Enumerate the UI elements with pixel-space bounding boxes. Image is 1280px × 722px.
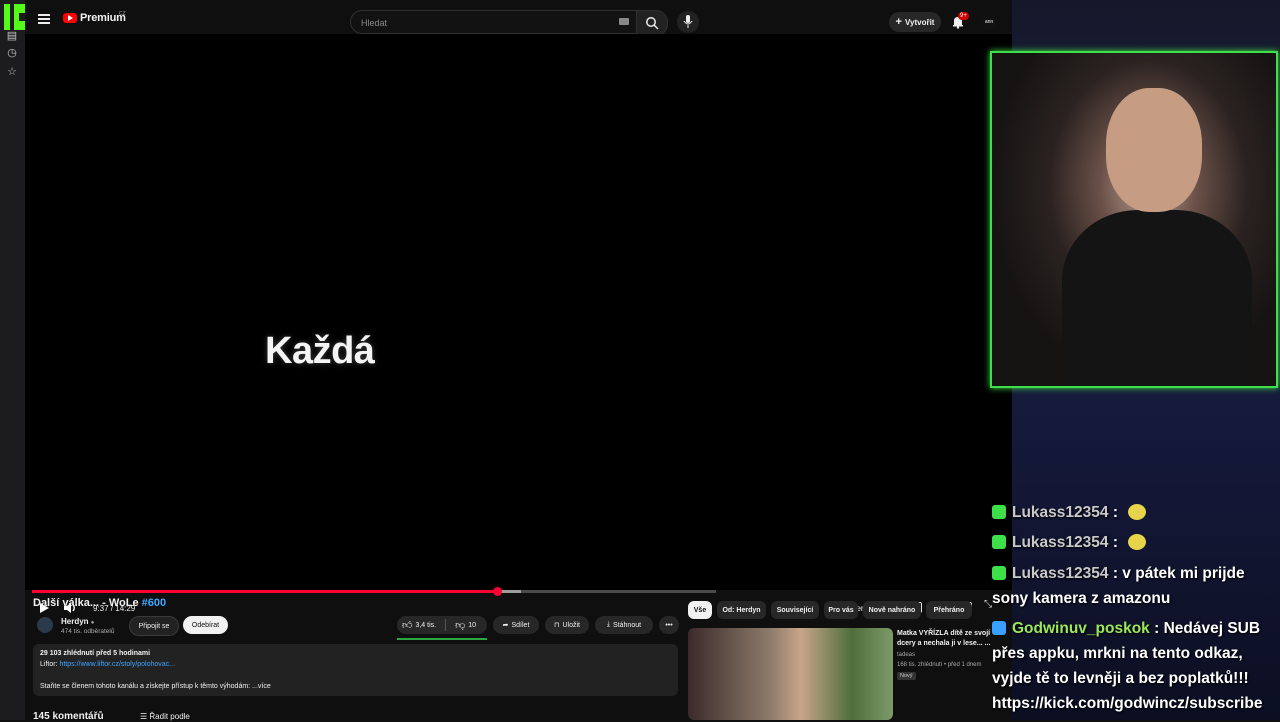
dislike-count[interactable]: 10 (468, 622, 476, 629)
more-actions-button[interactable]: ••• (659, 616, 679, 634)
chip-all[interactable]: Vše (688, 601, 712, 619)
video-title: Další válka... - WoLe #600 (33, 597, 166, 609)
like-dislike-group: 👍︎ 3,4 tis. 👎︎ 10 (397, 616, 487, 634)
chat-text: : (1108, 534, 1123, 551)
like-count[interactable]: 3,4 tis. (415, 622, 436, 629)
download-icon: ⤓ (606, 621, 611, 628)
video-title-text: Další válka... - WoLe (33, 597, 139, 609)
video-player[interactable]: Každá 9:37 / 14:29 Screenshot ⚙ ⤡ (25, 34, 1012, 615)
chat-username: Godwinuv_poskok (1012, 620, 1150, 637)
like-ratio-bar (397, 638, 487, 640)
chat-username: Lukass12354 (1012, 534, 1109, 551)
search-icon (646, 17, 659, 30)
emote-icon (1128, 534, 1147, 550)
fullscreen-icon[interactable]: ⤡ (984, 599, 992, 610)
chat-message-continuation: https://kick.com/godwincz/subscribe (992, 695, 1263, 712)
subscriber-badge-icon (992, 505, 1006, 519)
chip-related[interactable]: Související (771, 601, 819, 619)
membership-line: Staňte se členem tohoto kanálu a získejt… (40, 683, 271, 690)
chat-text: : Nedávej SUB (1149, 620, 1261, 637)
star-icon[interactable]: ☆ (6, 66, 18, 78)
view-stats: 29 103 zhlédnutí před 5 hodinami (40, 650, 151, 657)
subscriber-badge-icon (992, 566, 1006, 580)
account-avatar[interactable]: ann (981, 14, 997, 30)
share-icon: ➦ (502, 622, 509, 629)
liftor-link[interactable]: https://www.liftor.cz/stoly/polohovac... (59, 661, 175, 668)
channel-name[interactable]: Herdyn ● (61, 617, 94, 626)
chat-message-continuation: vyjde tě to levněji a bez poplatků!!! (992, 670, 1249, 687)
divider (445, 619, 447, 631)
recommended-channel[interactable]: tadeas (897, 652, 915, 658)
search-button[interactable] (636, 10, 668, 36)
create-button[interactable]: + Vytvořit (889, 12, 941, 32)
liftor-line: Liftor: https://www.liftor.cz/stoly/polo… (40, 661, 175, 668)
comments-count: 145 komentářů (33, 711, 104, 722)
subscriber-badge-icon (992, 535, 1006, 549)
chat-message-continuation: sony kamera z amazonu (992, 590, 1171, 607)
download-label: Stáhnout (613, 621, 642, 629)
chat-message: Godwinuv_poskok : Nedávej SUB (992, 616, 1260, 641)
chat-message: Lukass12354 : (992, 530, 1147, 555)
home-icon[interactable]: ▤ (6, 30, 18, 42)
share-button[interactable]: ➦ Sdílet (493, 616, 539, 634)
search-box (350, 10, 638, 34)
webcam-person-shirt (1062, 210, 1252, 386)
download-button[interactable]: ⤓ Stáhnout (595, 616, 653, 634)
video-caption-text: Každá (265, 330, 375, 372)
kick-sidebar: ▤ ◷ ☆ (0, 0, 26, 720)
youtube-window: Premium CZ + Vytvořit 9+ ann Každá 9:37 … (25, 0, 1012, 722)
chat-message: Lukass12354 : v pátek mi prijde (992, 561, 1245, 586)
recommended-stats: 168 tis. zhlédnutí • před 1 dnem (897, 662, 982, 668)
youtube-logo-icon[interactable] (63, 13, 77, 23)
channel-avatar[interactable] (37, 617, 53, 633)
moderator-badge-icon (992, 621, 1006, 635)
thumbs-up-icon[interactable]: 👍︎ (402, 619, 412, 631)
emote-icon (1128, 504, 1147, 520)
kick-logo[interactable] (4, 4, 26, 30)
subscribe-button[interactable]: Odebírat (183, 616, 228, 634)
membership-text: Staňte se členem tohoto kanálu a získejt… (40, 683, 251, 690)
chip-for-you[interactable]: Pro vás (824, 601, 858, 619)
youtube-topbar: Premium CZ + Vytvořit 9+ ann (25, 4, 1012, 36)
progress-played (32, 590, 498, 593)
description-box[interactable]: 29 103 zhlédnutí před 5 hodinami Liftor:… (33, 644, 678, 696)
save-label: Uložit (562, 621, 580, 629)
chat-message-continuation: přes appku, mrkni na tento odkaz, (992, 645, 1243, 662)
channel-name-text[interactable]: Herdyn (61, 617, 89, 626)
country-code: CZ (119, 11, 126, 17)
create-label: Vytvořit (904, 17, 935, 27)
plus-icon: + (895, 16, 902, 28)
chat-username: Lukass12354 (1012, 504, 1109, 521)
save-button[interactable]: ⊓ Uložit (545, 616, 589, 634)
more-dots-icon: ••• (665, 621, 673, 629)
new-badge: Nový (897, 672, 916, 680)
share-label: Sdílet (511, 621, 530, 629)
chip-watched[interactable]: Přehráno (926, 601, 972, 619)
bookmark-icon: ⊓ (554, 622, 560, 629)
microphone-icon (683, 15, 693, 28)
history-icon[interactable]: ◷ (6, 47, 18, 59)
join-button[interactable]: Připojit se (129, 616, 179, 636)
show-more-link[interactable]: ...více (252, 683, 271, 690)
recommended-thumbnail[interactable] (688, 628, 893, 720)
chip-from-herdyn[interactable]: Od: Herdyn (717, 601, 766, 619)
thumbs-down-icon[interactable]: 👎︎ (455, 619, 465, 631)
chat-text: : v pátek mi prijde (1108, 565, 1245, 582)
video-hashtag[interactable]: #600 (142, 597, 166, 609)
chat-text: : (1108, 504, 1123, 521)
progress-bar[interactable] (32, 587, 716, 596)
keyboard-icon[interactable] (619, 18, 629, 25)
search-input[interactable] (359, 15, 603, 31)
liftor-label: Liftor: (40, 661, 58, 668)
notification-badge: 9+ (958, 12, 969, 20)
chat-username: Lukass12354 (1012, 565, 1109, 582)
webcam-person-head (1106, 88, 1202, 212)
voice-search-button[interactable] (677, 11, 699, 33)
verified-icon: ● (90, 620, 95, 626)
progress-scrubber-handle[interactable] (493, 587, 503, 596)
subscriber-count: 474 tis. odběratelů (61, 628, 115, 635)
hamburger-menu-icon[interactable] (38, 14, 50, 26)
chat-message: Lukass12354 : (992, 500, 1147, 525)
chip-recently-uploaded[interactable]: Nově nahráno (863, 601, 921, 619)
